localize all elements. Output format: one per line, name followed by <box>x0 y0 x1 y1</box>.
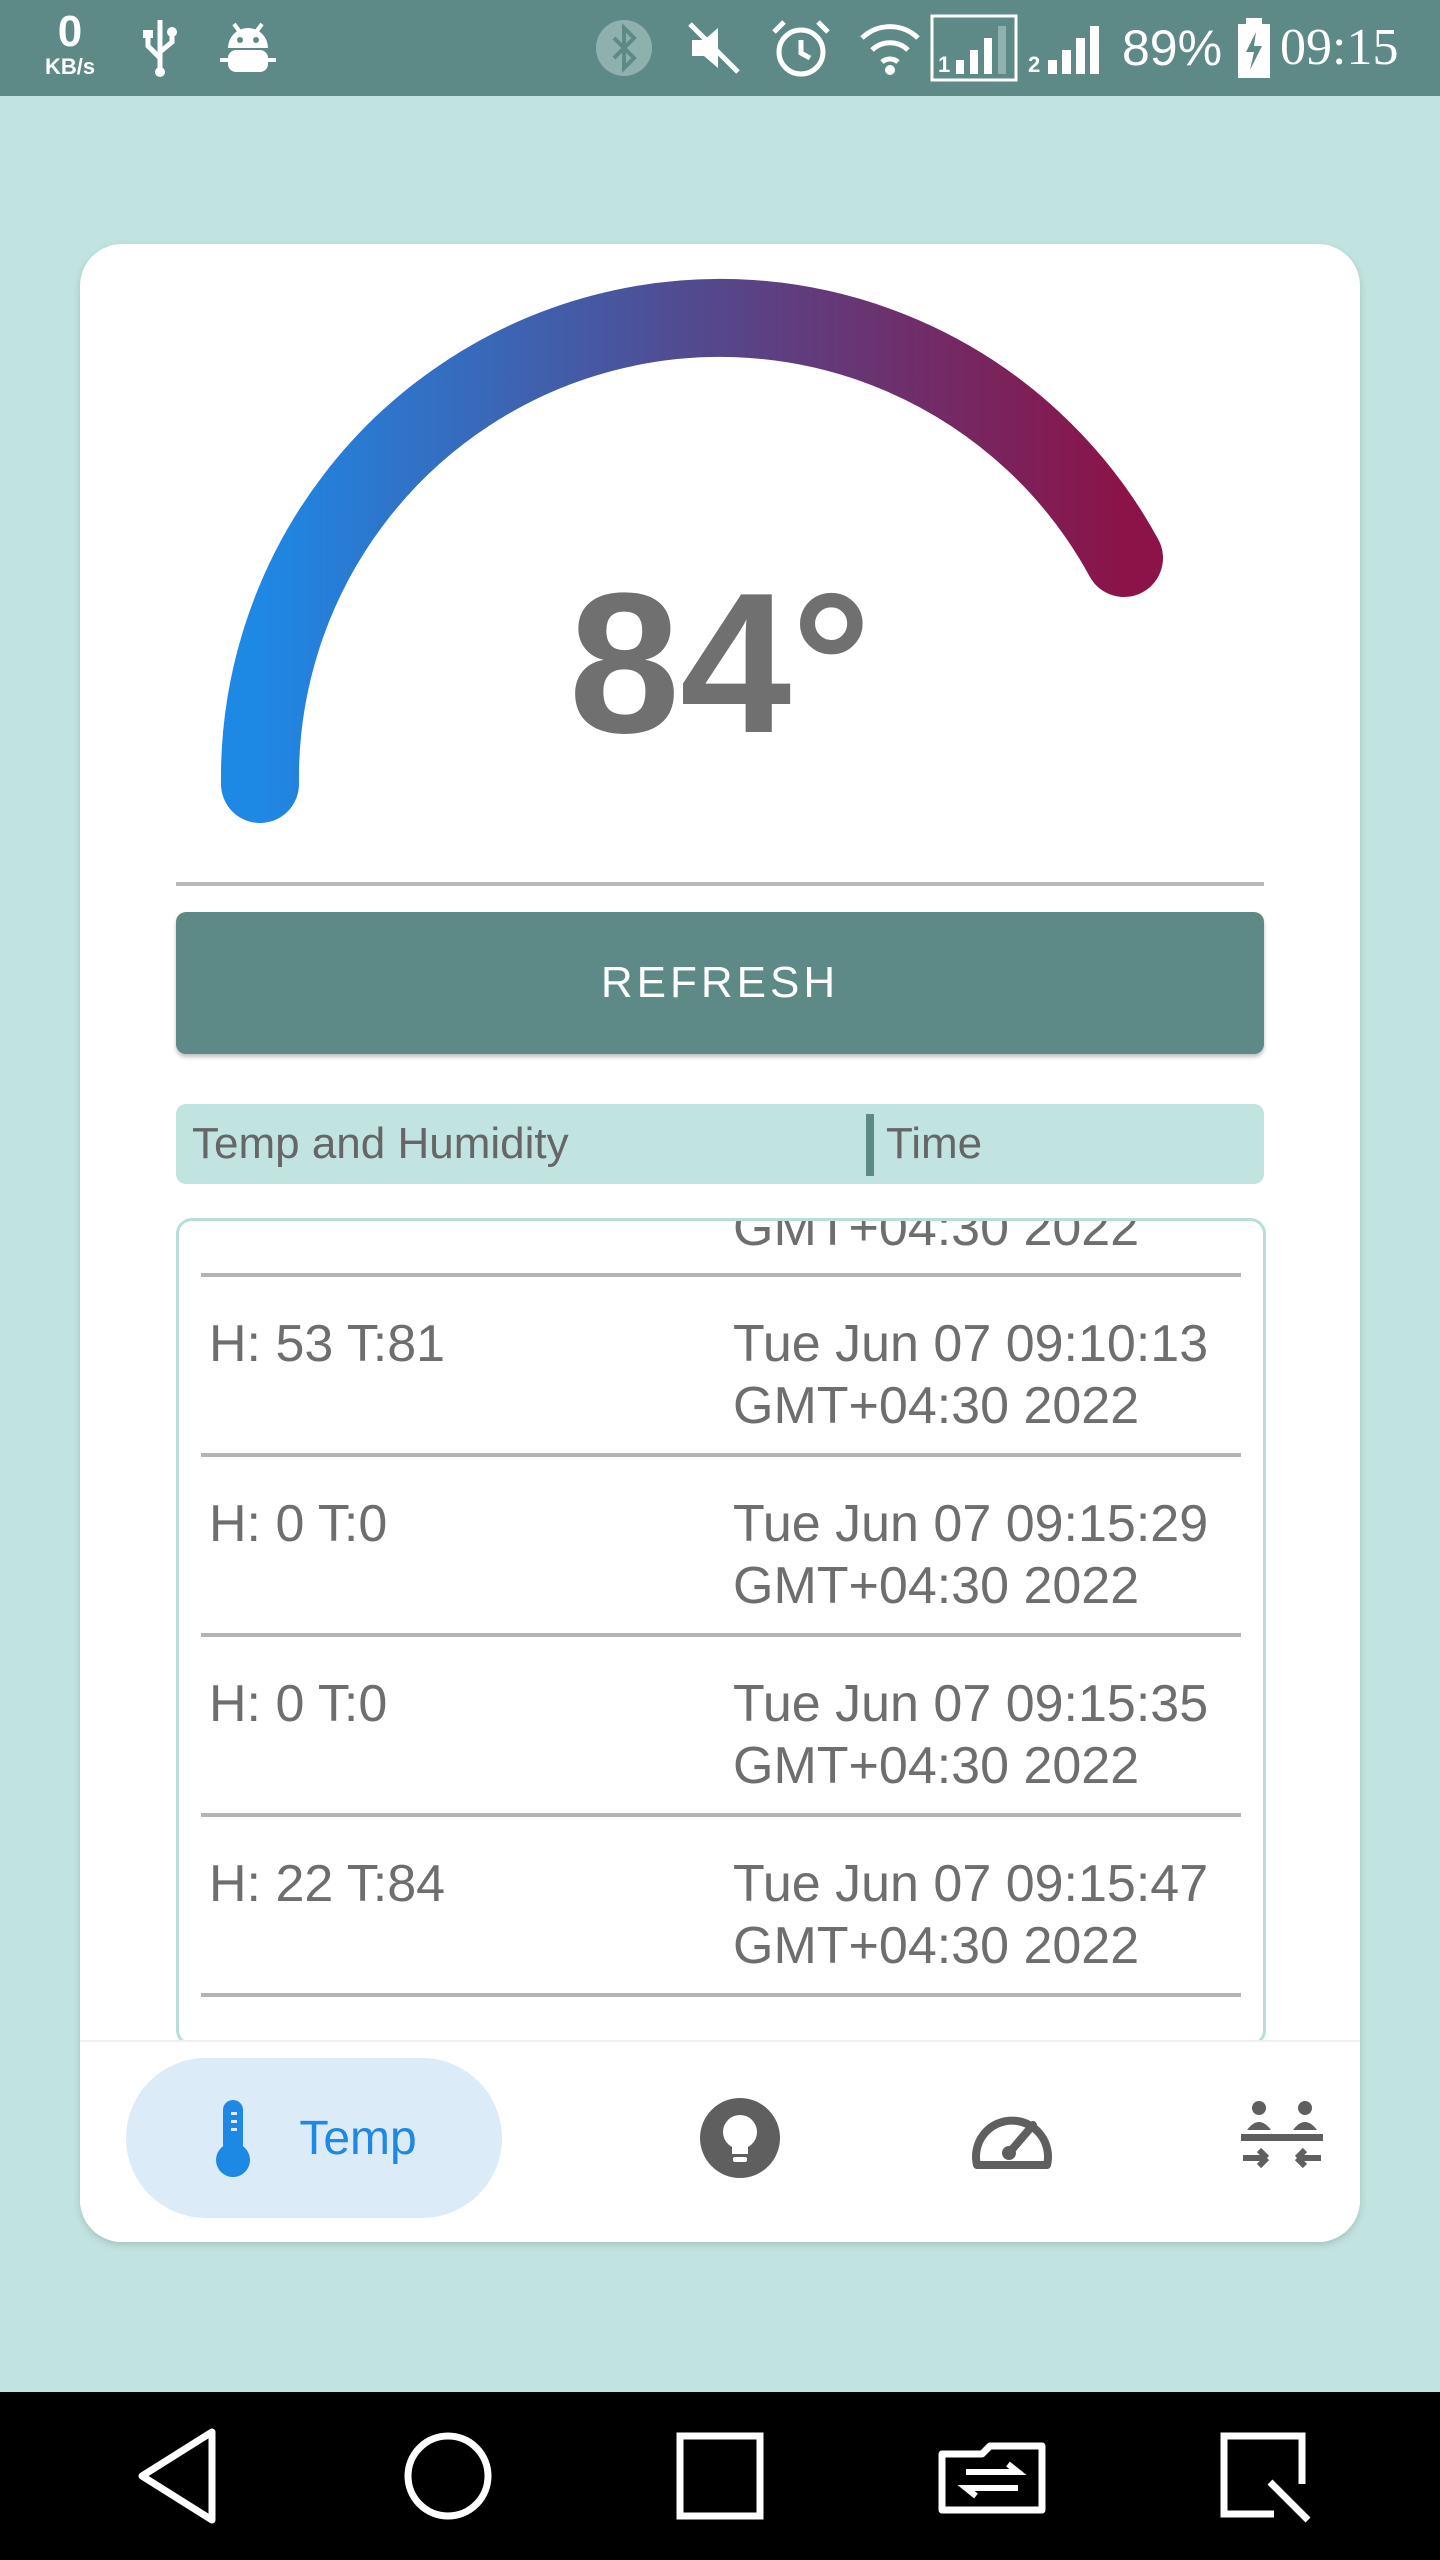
reading-time-line2: GMT+04:30 2022 <box>733 1218 1140 1257</box>
status-bar: 0 KB/s 1 2 89% 09:15 <box>0 0 1440 96</box>
reading-time-line1: Tue Jun 07 09:10:13 <box>733 1315 1209 1373</box>
nav-item-temp[interactable]: Temp <box>126 2058 502 2218</box>
reading-time-line2: GMT+04:30 2022 <box>733 1557 1140 1615</box>
nav-item-light[interactable] <box>620 2058 860 2218</box>
wifi-icon <box>860 24 920 75</box>
thermometer-icon <box>216 2100 251 2177</box>
reading-time: Tue Jun 07 09:15:29 GMT+04:30 2022 <box>733 1493 1208 1617</box>
svg-text:2: 2 <box>1028 52 1040 77</box>
reading-time: Tue Jun 07 09:15:35 GMT+04:30 2022 <box>733 1673 1208 1797</box>
android-debug-icon <box>220 22 276 72</box>
row-divider <box>201 1993 1241 1997</box>
speedometer-icon <box>972 2116 1052 2169</box>
nav-item-compress[interactable] <box>1162 2058 1360 2218</box>
alarm-icon <box>772 20 830 77</box>
mute-icon <box>688 22 740 74</box>
divider <box>176 882 1264 886</box>
temperature-value: 84° <box>568 552 872 775</box>
list-item[interactable]: H: 53 T:81 Tue Jun 07 09:10:13 GMT+04:30… <box>179 1277 1263 1457</box>
nav-item-label: Temp <box>299 2111 417 2165</box>
reading-time-line1: Tue Jun 07 09:15:35 <box>733 1675 1209 1733</box>
system-navigation-bar <box>0 2392 1440 2560</box>
reading-time-line2: GMT+04:30 2022 <box>733 1917 1140 1975</box>
header-separator <box>866 1114 874 1176</box>
readings-list[interactable]: GMT+04:30 2022 H: 53 T:81 Tue Jun 07 09:… <box>176 1218 1266 2046</box>
reading-time-line1: Tue Jun 07 09:15:47 <box>733 1855 1209 1913</box>
sim-switch-icon[interactable] <box>938 2426 1046 2526</box>
list-item-partial: GMT+04:30 2022 <box>179 1218 1263 1277</box>
bluetooth-icon <box>596 20 652 76</box>
compress-arrows-icon <box>1241 2101 1323 2169</box>
net-speed-value: 0 <box>57 7 83 56</box>
sensor-card: 84° REFRESH Temp and Humidity Time GMT+0… <box>80 244 1360 2242</box>
reading-time-line2: GMT+04:30 2022 <box>733 1737 1140 1795</box>
reading-value: H: 0 T:0 <box>209 1675 388 1733</box>
list-item[interactable]: H: 22 T:84 Tue Jun 07 09:15:47 GMT+04:30… <box>179 1817 1263 1997</box>
reading-value: H: 0 T:0 <box>209 1495 388 1553</box>
reading-time: Tue Jun 07 09:15:47 GMT+04:30 2022 <box>733 1853 1208 1977</box>
refresh-button[interactable]: REFRESH <box>176 912 1264 1054</box>
reading-value: H: 22 T:84 <box>209 1855 446 1913</box>
reading-time-line1: Tue Jun 07 09:15:29 <box>733 1495 1209 1553</box>
screenshot-capture-icon[interactable] <box>1218 2426 1314 2526</box>
bottom-navigation: Temp <box>80 2040 1360 2242</box>
reading-value: H: 53 T:81 <box>209 1315 446 1373</box>
clock-time: 09:15 <box>1280 19 1399 76</box>
svg-text:1: 1 <box>938 52 950 77</box>
reading-time: Tue Jun 07 09:10:13 GMT+04:30 2022 <box>733 1313 1208 1437</box>
header-time: Time <box>886 1119 983 1168</box>
sim1-signal-icon: 1 <box>930 14 1018 82</box>
list-item[interactable]: H: 0 T:0 Tue Jun 07 09:15:29 GMT+04:30 2… <box>179 1457 1263 1637</box>
lightbulb-icon <box>700 2098 780 2178</box>
header-temp-humidity: Temp and Humidity <box>192 1119 569 1168</box>
reading-time-line2: GMT+04:30 2022 <box>733 1377 1140 1435</box>
recents-icon[interactable] <box>674 2426 766 2526</box>
usb-icon <box>143 20 177 77</box>
back-icon[interactable] <box>136 2426 222 2526</box>
table-header: Temp and Humidity Time <box>176 1104 1264 1184</box>
battery-charging-icon <box>1238 18 1270 78</box>
list-item[interactable]: H: 0 T:0 Tue Jun 07 09:15:35 GMT+04:30 2… <box>179 1637 1263 1817</box>
net-speed-indicator: 0 KB/s <box>32 10 108 80</box>
sim2-signal-icon: 2 <box>1028 26 1099 77</box>
net-speed-unit: KB/s <box>44 54 96 79</box>
home-icon[interactable] <box>402 2426 494 2526</box>
nav-item-speed[interactable] <box>892 2058 1132 2218</box>
battery-percent: 89% <box>1122 20 1223 76</box>
